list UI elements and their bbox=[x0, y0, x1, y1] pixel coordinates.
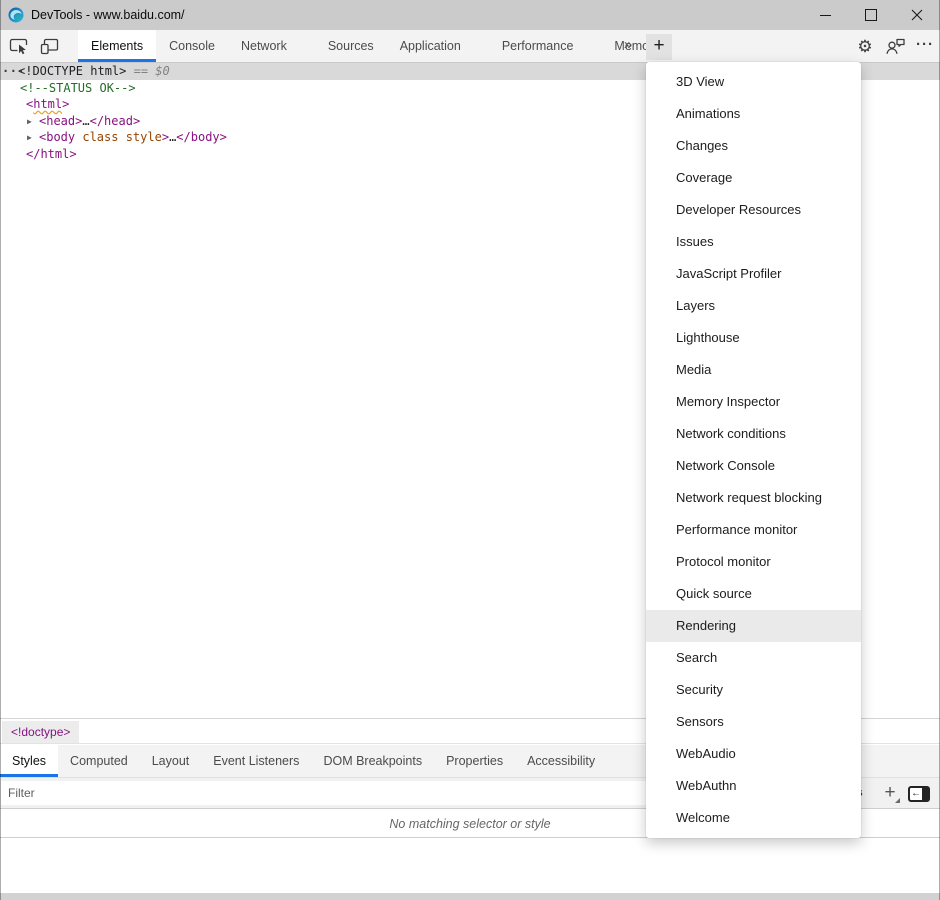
code-segment: </body> bbox=[176, 130, 227, 144]
menu-item-lighthouse[interactable]: Lighthouse bbox=[646, 322, 861, 354]
menu-item-search[interactable]: Search bbox=[646, 642, 861, 674]
code-segment: <body bbox=[39, 130, 75, 144]
code-segment: </head> bbox=[90, 114, 141, 128]
menu-item-issues[interactable]: Issues bbox=[646, 226, 861, 258]
menu-item-protocol-monitor[interactable]: Protocol monitor bbox=[646, 546, 861, 578]
tab-network[interactable]: Network bbox=[228, 30, 300, 62]
styles-tab-event-listeners[interactable]: Event Listeners bbox=[201, 745, 311, 777]
gear-icon: ⚙ bbox=[857, 38, 872, 55]
styles-tab-styles[interactable]: Styles bbox=[0, 745, 58, 777]
tab-console[interactable]: Console bbox=[156, 30, 228, 62]
tab-performance[interactable]: Performance bbox=[489, 30, 587, 62]
menu-item-network-conditions[interactable]: Network conditions bbox=[646, 418, 861, 450]
close-icon bbox=[911, 9, 923, 21]
styles-tab-dom-breakpoints[interactable]: DOM Breakpoints bbox=[311, 745, 434, 777]
empty-message: No matching selector or style bbox=[389, 817, 550, 831]
maximize-icon bbox=[865, 9, 877, 21]
window-title: DevTools - www.baidu.com/ bbox=[31, 0, 185, 30]
feedback-icon bbox=[885, 37, 906, 55]
code-segment: </html> bbox=[26, 147, 77, 161]
close-button[interactable] bbox=[894, 0, 940, 30]
menu-item-changes[interactable]: Changes bbox=[646, 130, 861, 162]
device-toolbar-button[interactable] bbox=[37, 33, 63, 59]
menu-item-quick-source[interactable]: Quick source bbox=[646, 578, 861, 610]
tab-sources[interactable]: Sources bbox=[315, 30, 387, 62]
styles-tab-computed[interactable]: Computed bbox=[58, 745, 140, 777]
menu-item-rendering[interactable]: Rendering bbox=[646, 610, 861, 642]
menu-item-javascript-profiler[interactable]: JavaScript Profiler bbox=[646, 258, 861, 290]
menu-item-security[interactable]: Security bbox=[646, 674, 861, 706]
node-menu-dots-icon[interactable]: ··· bbox=[2, 63, 25, 80]
code-segment: <!DOCTYPE html> bbox=[18, 64, 134, 78]
code-segment: == $0 bbox=[134, 64, 170, 78]
tab-elements[interactable]: Elements bbox=[78, 30, 156, 62]
menu-item-developer-resources[interactable]: Developer Resources bbox=[646, 194, 861, 226]
devtools-window: DevTools - www.baidu.com/ ElementsConsol… bbox=[0, 0, 940, 900]
menu-item-network-request-blocking[interactable]: Network request blocking bbox=[646, 482, 861, 514]
device-toolbar-icon bbox=[40, 37, 60, 55]
maximize-button[interactable] bbox=[848, 0, 894, 30]
feedback-button[interactable] bbox=[880, 30, 910, 62]
styles-tab-accessibility[interactable]: Accessibility bbox=[515, 745, 607, 777]
more-options-button[interactable]: ··· bbox=[910, 30, 940, 62]
more-tools-menu: 3D ViewAnimationsChangesCoverageDevelope… bbox=[646, 62, 861, 838]
code-segment: > bbox=[162, 130, 169, 144]
menu-item-performance-monitor[interactable]: Performance monitor bbox=[646, 514, 861, 546]
menu-item-welcome[interactable]: Welcome bbox=[646, 802, 861, 834]
code-segment: <!--STATUS OK--> bbox=[20, 81, 136, 95]
styles-tab-properties[interactable]: Properties bbox=[434, 745, 515, 777]
main-toolbar: ElementsConsoleNetwork SourcesApplication… bbox=[0, 30, 940, 63]
settings-button[interactable]: ⚙ bbox=[850, 30, 880, 62]
minimize-button[interactable] bbox=[802, 0, 848, 30]
menu-item-media[interactable]: Media bbox=[646, 354, 861, 386]
inspect-cursor-icon bbox=[9, 37, 29, 55]
new-style-rule-button[interactable]: + bbox=[878, 780, 902, 806]
computed-sidebar-toggle-button[interactable]: ← bbox=[908, 786, 930, 802]
sidebar-panel-icon bbox=[922, 788, 928, 800]
code-segment: … bbox=[82, 114, 89, 128]
styles-tab-layout[interactable]: Layout bbox=[140, 745, 202, 777]
breadcrumb-doctype[interactable]: <!doctype> bbox=[2, 721, 79, 743]
code-segment: html bbox=[33, 97, 62, 111]
code-segment: > bbox=[62, 97, 69, 111]
menu-item-webaudio[interactable]: WebAudio bbox=[646, 738, 861, 770]
menu-item-coverage[interactable]: Coverage bbox=[646, 162, 861, 194]
menu-item-webauthn[interactable]: WebAuthn bbox=[646, 770, 861, 802]
code-segment: class style bbox=[75, 130, 162, 144]
titlebar: DevTools - www.baidu.com/ bbox=[0, 0, 940, 30]
toolbar-right-icons: ⚙ ··· bbox=[850, 30, 940, 62]
window-controls bbox=[802, 0, 940, 30]
devtools-tab-strip: ElementsConsoleNetwork SourcesApplication… bbox=[78, 30, 673, 62]
menu-item-animations[interactable]: Animations bbox=[646, 98, 861, 130]
menu-item-network-console[interactable]: Network Console bbox=[646, 450, 861, 482]
window-left-border bbox=[0, 0, 1, 900]
inspect-element-button[interactable] bbox=[6, 33, 32, 59]
add-tools-button[interactable]: + bbox=[646, 34, 672, 60]
code-segment: <head> bbox=[39, 114, 82, 128]
tab-application[interactable]: Application bbox=[387, 30, 474, 62]
menu-item-layers[interactable]: Layers bbox=[646, 290, 861, 322]
menu-item-sensors[interactable]: Sensors bbox=[646, 706, 861, 738]
window-bottom-edge bbox=[0, 893, 940, 900]
minimize-icon bbox=[820, 15, 831, 16]
expand-arrow-icon[interactable]: ▶ bbox=[27, 130, 32, 147]
more-options-icon: ··· bbox=[916, 37, 934, 56]
plus-icon: + bbox=[884, 782, 895, 803]
arrow-left-icon: ← bbox=[911, 787, 921, 800]
expand-arrow-icon[interactable]: ▶ bbox=[27, 114, 32, 131]
menu-item-3d-view[interactable]: 3D View bbox=[646, 66, 861, 98]
edge-logo-icon bbox=[8, 7, 24, 23]
more-tabs-button[interactable]: » bbox=[614, 30, 642, 62]
menu-item-memory-inspector[interactable]: Memory Inspector bbox=[646, 386, 861, 418]
